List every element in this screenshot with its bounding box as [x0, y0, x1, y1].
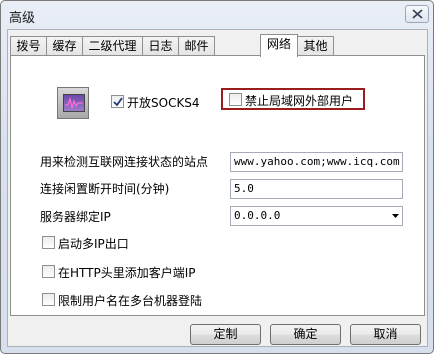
bind-ip-select[interactable]: 0.0.0.0 [230, 206, 403, 226]
tab-dialup[interactable]: 拨号 [10, 36, 47, 56]
limit-username-checkbox[interactable] [42, 293, 55, 306]
checkmark-icon [113, 97, 123, 107]
dialog-client-area: 拨号 缓存 二级代理 日志 邮件 网络 其他 开放SOCKS4 禁止局域网外部用… [7, 29, 428, 347]
chevron-down-icon [392, 214, 399, 218]
tab-secondary-proxy[interactable]: 二级代理 [82, 36, 143, 56]
customize-button[interactable]: 定制 [190, 324, 261, 345]
block-external-users-checkbox[interactable] [229, 93, 242, 106]
close-icon [412, 9, 423, 19]
advanced-dialog: 高级 拨号 缓存 二级代理 日志 邮件 网络 其他 开放SOCKS4 禁止局域网… [0, 0, 434, 354]
http-client-ip-checkbox[interactable] [42, 265, 55, 278]
idle-timeout-label: 连接闲置断开时间(分钟) [40, 182, 170, 196]
tab-network[interactable]: 网络 [260, 34, 298, 57]
http-client-ip-label: 在HTTP头里添加客户端IP [58, 266, 196, 280]
window-title: 高级 [9, 11, 36, 26]
multi-ip-checkbox[interactable] [42, 236, 55, 249]
bind-ip-label: 服务器绑定IP [40, 210, 111, 224]
tab-mail[interactable]: 邮件 [178, 36, 215, 56]
block-external-users-label: 禁止局域网外部用户 [245, 94, 354, 108]
multi-ip-label: 启动多IP出口 [58, 237, 129, 251]
network-panel: 开放SOCKS4 禁止局域网外部用户 用来检测互联网连接状态的站点 www.ya… [10, 55, 425, 316]
tab-other[interactable]: 其他 [297, 36, 334, 56]
detect-sites-input[interactable]: www.yahoo.com;www.icq.com;ww [230, 152, 403, 172]
enable-socks4-label: 开放SOCKS4 [127, 96, 200, 110]
network-monitor-icon [57, 87, 89, 119]
enable-socks4-checkbox[interactable] [111, 95, 124, 108]
bind-ip-value: 0.0.0.0 [234, 209, 281, 222]
cancel-button[interactable]: 取消 [350, 324, 421, 345]
detect-sites-label: 用来检测互联网连接状态的站点 [40, 155, 209, 169]
title-bar[interactable]: 高级 [1, 1, 433, 29]
tab-log[interactable]: 日志 [142, 36, 179, 56]
limit-username-label: 限制用户名在多台机器登陆 [58, 294, 203, 308]
close-button[interactable] [405, 5, 429, 23]
ok-button[interactable]: 确定 [270, 324, 341, 345]
idle-timeout-input[interactable]: 5.0 [230, 179, 403, 199]
tab-cache[interactable]: 缓存 [46, 36, 83, 56]
